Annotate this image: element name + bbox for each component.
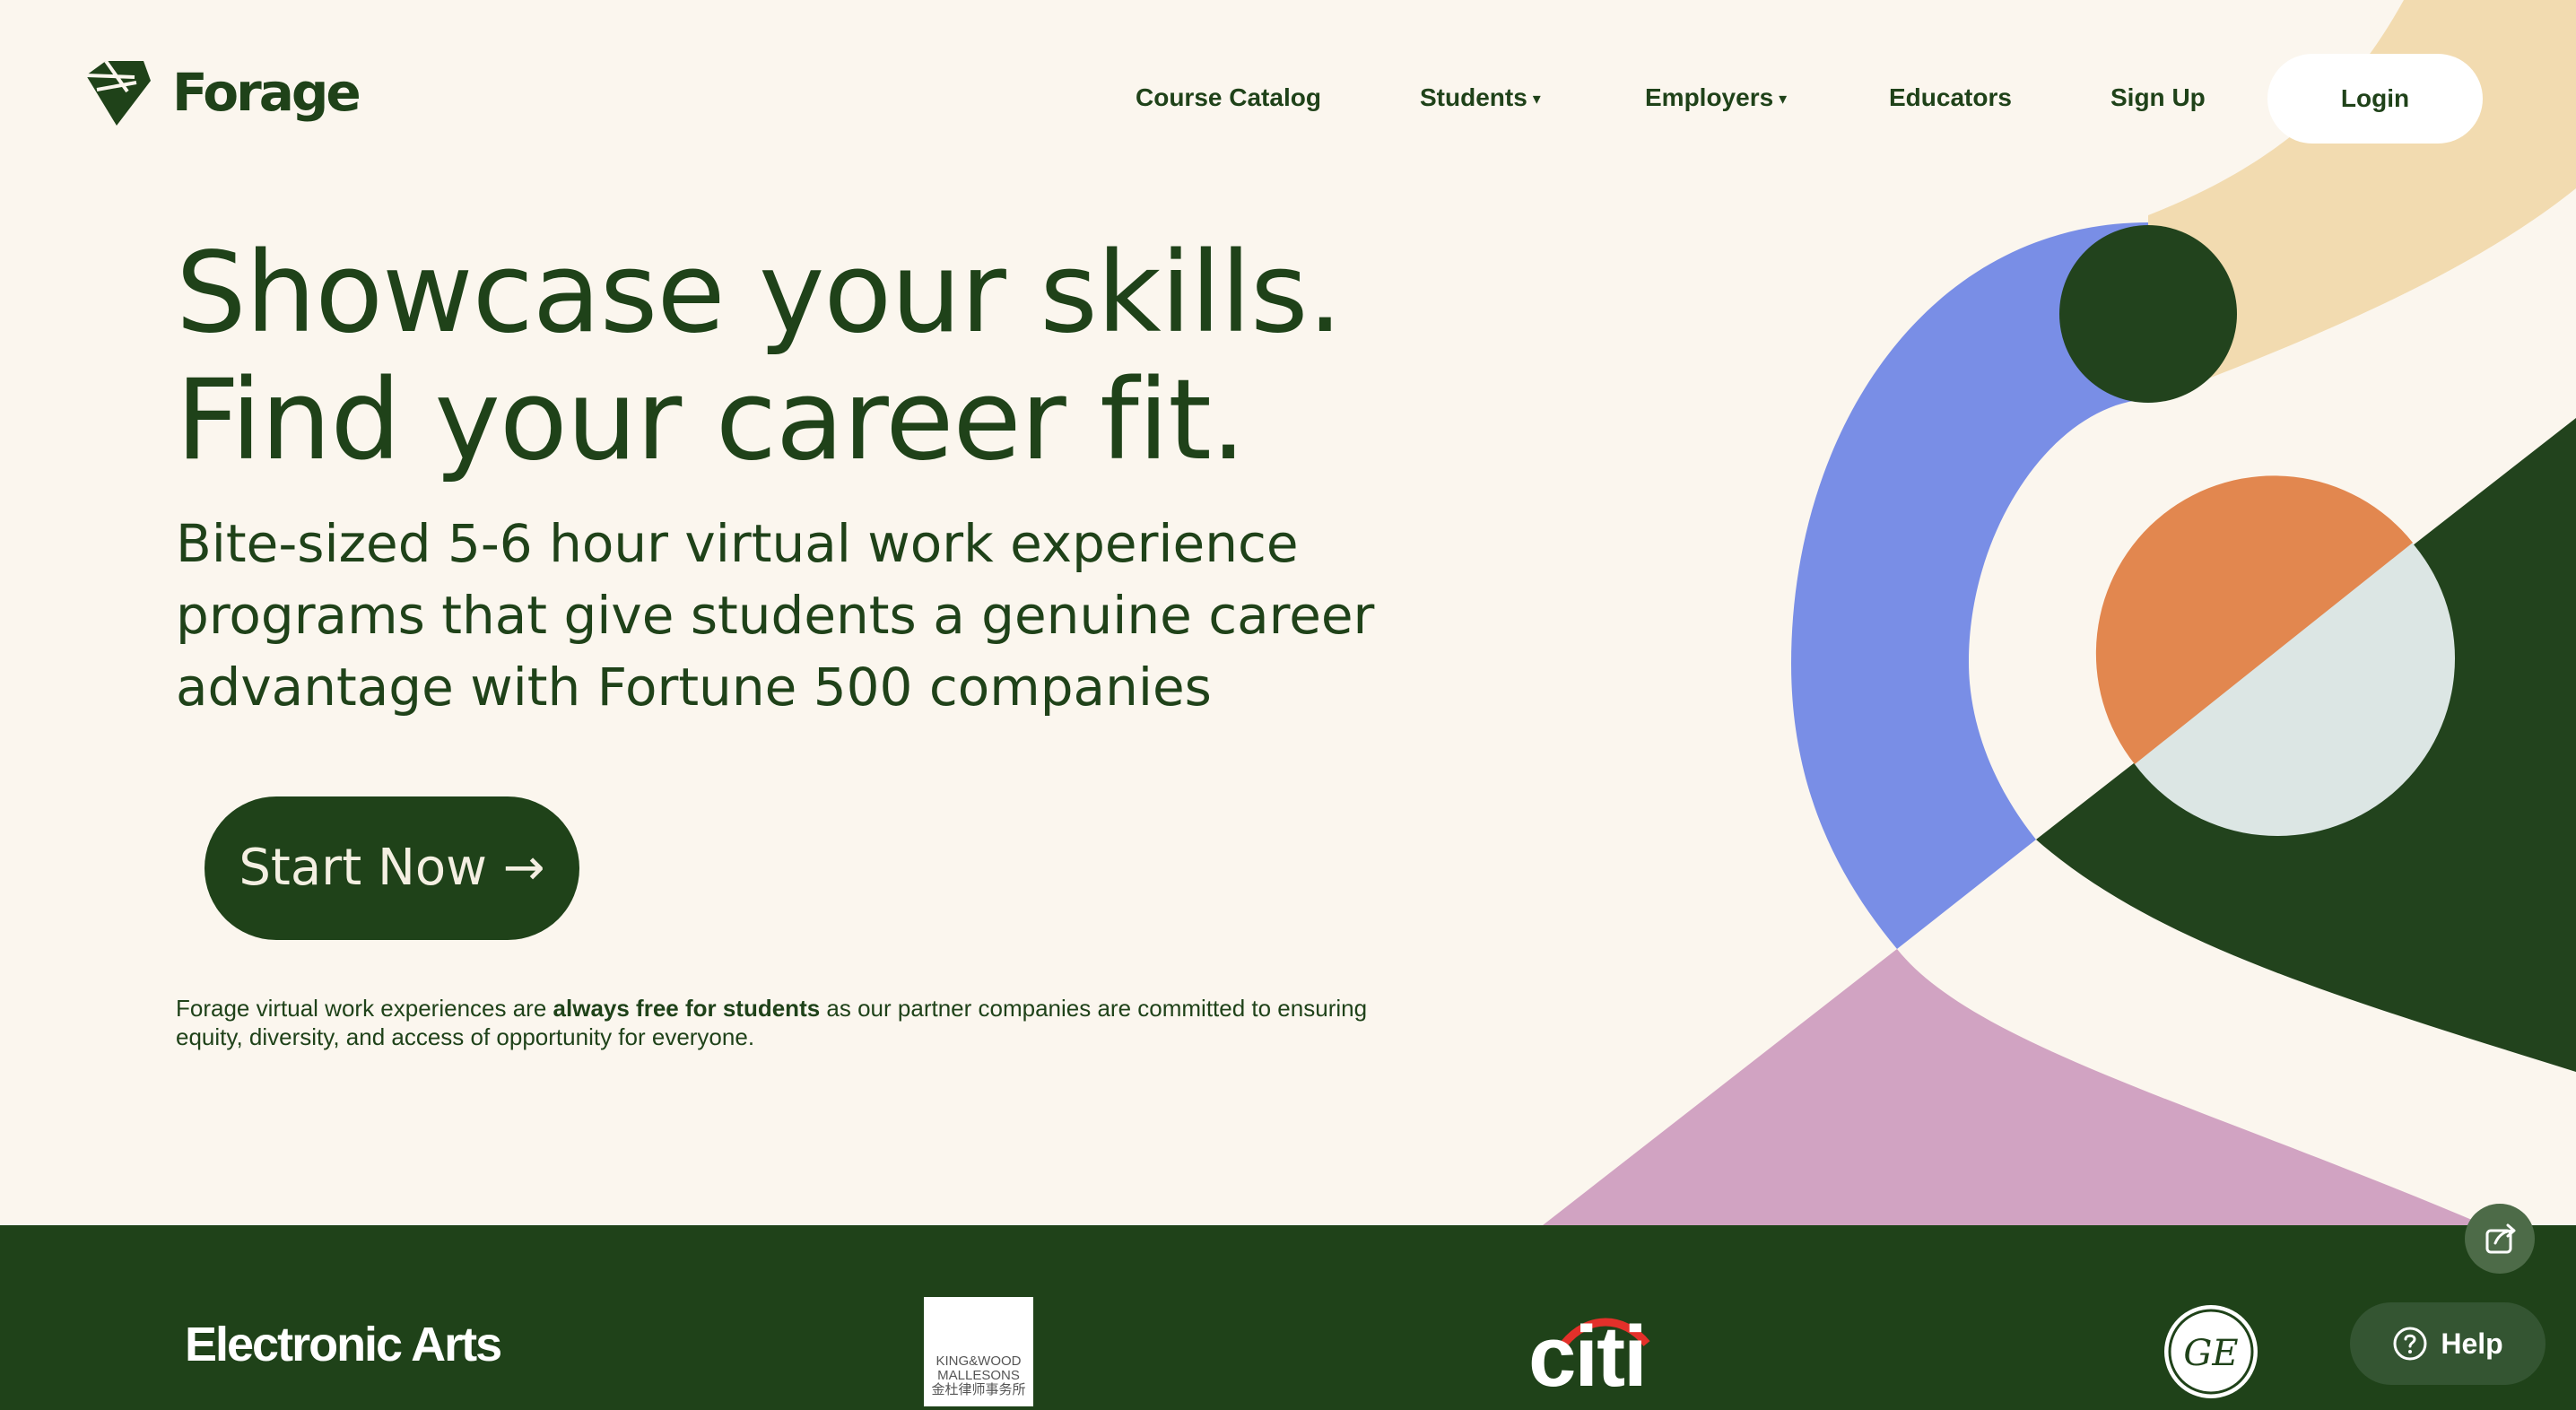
share-button[interactable] [2465,1204,2535,1274]
nav-employers-label: Employers [1645,83,1774,111]
free-for-students-note: Forage virtual work experiences are alwa… [176,994,1432,1051]
headline-line-1: Showcase your skills. [176,229,1343,358]
start-now-button[interactable]: Start Now → [205,796,579,940]
king-wood-mallesons-logo: KING&WOOD MALLESONS 金杜律师事务所 [924,1297,1033,1406]
note-text-before: Forage virtual work experiences are [176,995,553,1022]
main-nav: Course Catalog Students ▾ Employers ▾ Educ… [0,52,2576,144]
nav-students-label: Students [1420,83,1527,111]
help-label: Help [2441,1327,2503,1360]
kwm-line-1: KING&WOOD [936,1353,1022,1369]
nav-students[interactable]: Students ▾ [1420,52,1541,144]
note-text-bold: always free for students [553,995,821,1022]
nav-course-catalog-label: Course Catalog [1136,83,1321,111]
chevron-down-icon: ▾ [1532,90,1541,108]
headline-line-2: Find your career fit. [176,356,1246,485]
nav-sign-up[interactable]: Sign Up [2110,52,2206,144]
help-button[interactable]: Help [2350,1302,2546,1385]
nav-educators-label: Educators [1889,83,2012,111]
login-button[interactable]: Login [2267,54,2483,144]
nav-sign-up-label: Sign Up [2110,83,2206,111]
kwm-line-3: 金杜律师事务所 [931,1382,1026,1397]
nav-course-catalog[interactable]: Course Catalog [1136,52,1321,144]
nav-educators[interactable]: Educators [1889,52,2012,144]
kwm-line-2: MALLESONS [937,1368,1020,1383]
chevron-down-icon: ▾ [1779,90,1788,108]
hero-headline: Showcase your skills. Find your career f… [176,229,1343,485]
hero-section: Forage Course Catalog Students ▾ Employer… [0,0,2576,1225]
electronic-arts-logo: Electronic Arts [185,1318,502,1371]
question-circle-icon [2393,1327,2427,1361]
ge-logo-text: GE [2183,1333,2238,1374]
citi-logo: citi [1528,1309,1648,1405]
dark-green-circle [2059,225,2237,403]
nav-employers[interactable]: Employers ▾ [1645,52,1787,144]
share-icon [2485,1223,2516,1254]
ge-logo-icon: GE [2164,1305,2258,1398]
hero-subhead: Bite-sized 5-6 hour virtual work experie… [176,513,1375,718]
